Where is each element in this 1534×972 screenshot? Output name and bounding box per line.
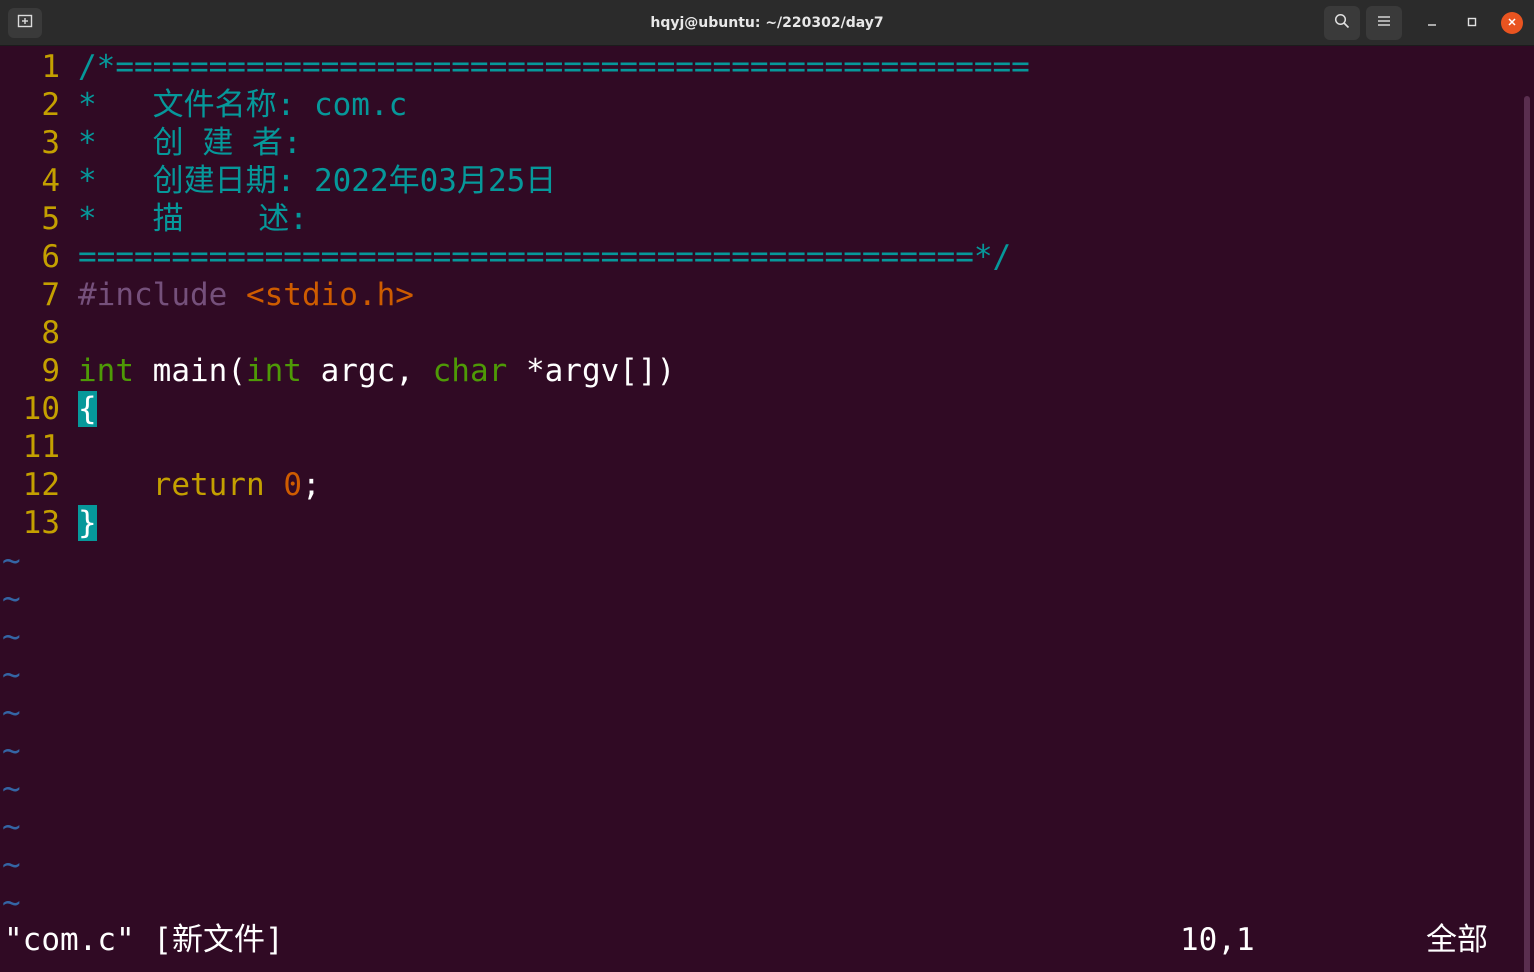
editor-line[interactable]: 4 * 创建日期: 2022年03月25日 xyxy=(0,162,1520,200)
search-button[interactable] xyxy=(1324,6,1360,40)
menu-button[interactable] xyxy=(1366,6,1402,40)
empty-line-tilde: ~ xyxy=(2,847,21,883)
code-token: ========================================… xyxy=(78,239,1012,275)
code-token: * 创建日期: 2022年03月25日 xyxy=(78,163,557,199)
code-text: { xyxy=(78,390,97,428)
line-number: 2 xyxy=(41,87,60,123)
maximize-button[interactable] xyxy=(1461,12,1483,34)
close-button[interactable] xyxy=(1501,12,1523,34)
empty-line-tilde: ~ xyxy=(2,885,21,921)
close-icon xyxy=(1507,14,1517,32)
code-text: * 创 建 者: xyxy=(78,124,302,162)
editor-line[interactable]: 12 return 0; xyxy=(0,466,1520,504)
minimize-button[interactable] xyxy=(1421,12,1443,34)
line-number: 12 xyxy=(22,467,60,503)
code-token: main( xyxy=(134,353,246,389)
code-token: * 文件名称: com.c xyxy=(78,87,408,123)
empty-line-tilde: ~ xyxy=(2,695,21,731)
empty-line-tilde: ~ xyxy=(2,809,21,845)
code-token: /*======================================… xyxy=(78,49,1030,85)
editor-line[interactable]: 1 /*=====================================… xyxy=(0,48,1520,86)
code-text: ========================================… xyxy=(78,238,1011,276)
terminal-window: hqyj@ubuntu: ~/220302/day7 1 /*=========… xyxy=(0,0,1534,972)
code-token: 0 xyxy=(283,467,302,503)
code-text: return 0; xyxy=(78,466,321,504)
terminal-content[interactable]: 1 /*=====================================… xyxy=(0,46,1534,972)
code-token: char xyxy=(432,353,508,389)
status-file-message: "com.c" [新文件] xyxy=(4,922,284,958)
empty-line-tilde: ~ xyxy=(2,771,21,807)
matched-brace: } xyxy=(78,505,97,541)
code-token: return xyxy=(152,467,265,503)
code-text: * 文件名称: com.c xyxy=(78,86,407,124)
editor-line[interactable]: 8 xyxy=(0,314,1520,352)
empty-line-tilde: ~ xyxy=(2,619,21,655)
code-token: * 描 述: xyxy=(78,201,308,237)
code-token: int xyxy=(245,353,302,389)
line-number: 11 xyxy=(22,429,60,465)
code-text: /*======================================… xyxy=(78,48,1030,86)
editor-line[interactable]: 9 int main(int argc, char *argv[]) xyxy=(0,352,1520,390)
code-token: int xyxy=(78,353,134,389)
editor-line[interactable]: 3 * 创 建 者: xyxy=(0,124,1520,162)
empty-line-tilde: ~ xyxy=(2,733,21,769)
empty-line-tilde: ~ xyxy=(2,581,21,617)
editor-line[interactable]: 2 * 文件名称: com.c xyxy=(0,86,1520,124)
editor-line[interactable]: 13} xyxy=(0,504,1520,542)
status-cursor-position: 10,1 xyxy=(1180,922,1255,958)
editor-line[interactable]: 10 { xyxy=(0,390,1520,428)
line-number: 1 xyxy=(41,49,60,85)
line-number: 8 xyxy=(41,315,60,351)
title-bar: hqyj@ubuntu: ~/220302/day7 xyxy=(0,0,1534,46)
status-scroll-percent: 全部 xyxy=(1426,922,1488,958)
code-text: #include <stdio.h> xyxy=(78,276,414,314)
line-number: 7 xyxy=(41,277,60,313)
code-text: } xyxy=(78,504,97,542)
line-number: 5 xyxy=(41,201,60,237)
line-number: 6 xyxy=(41,239,60,275)
code-token: <stdio.h> xyxy=(245,277,414,313)
editor-line[interactable]: 11 xyxy=(0,428,1520,466)
minimize-icon xyxy=(1427,14,1437,32)
code-text: int main(int argc, char *argv[]) xyxy=(78,352,675,390)
search-icon xyxy=(1334,13,1350,34)
editor-line[interactable]: 5 * 描 述: xyxy=(0,200,1520,238)
line-number: 13 xyxy=(22,505,60,541)
code-token: #include xyxy=(78,277,246,313)
matched-brace: { xyxy=(78,391,97,427)
line-number: 4 xyxy=(41,163,60,199)
line-number: 9 xyxy=(41,353,60,389)
hamburger-menu-icon xyxy=(1377,14,1391,32)
code-token: * 创 建 者: xyxy=(78,125,302,161)
empty-line-tilde: ~ xyxy=(2,543,21,579)
maximize-icon xyxy=(1467,14,1477,32)
code-token: ; xyxy=(301,467,321,503)
editor-line[interactable]: 6 =======================================… xyxy=(0,238,1520,276)
scrollbar[interactable] xyxy=(1524,96,1530,972)
empty-line-tilde: ~ xyxy=(2,657,21,693)
code-text: * 创建日期: 2022年03月25日 xyxy=(78,162,556,200)
window-title: hqyj@ubuntu: ~/220302/day7 xyxy=(650,15,884,31)
code-text: * 描 述: xyxy=(78,200,308,238)
code-token: argc, xyxy=(301,353,433,389)
editor-line[interactable]: 7 #include <stdio.h> xyxy=(0,276,1520,314)
code-token: *argv[]) xyxy=(507,353,676,389)
line-number: 10 xyxy=(22,391,60,427)
line-number: 3 xyxy=(41,125,60,161)
